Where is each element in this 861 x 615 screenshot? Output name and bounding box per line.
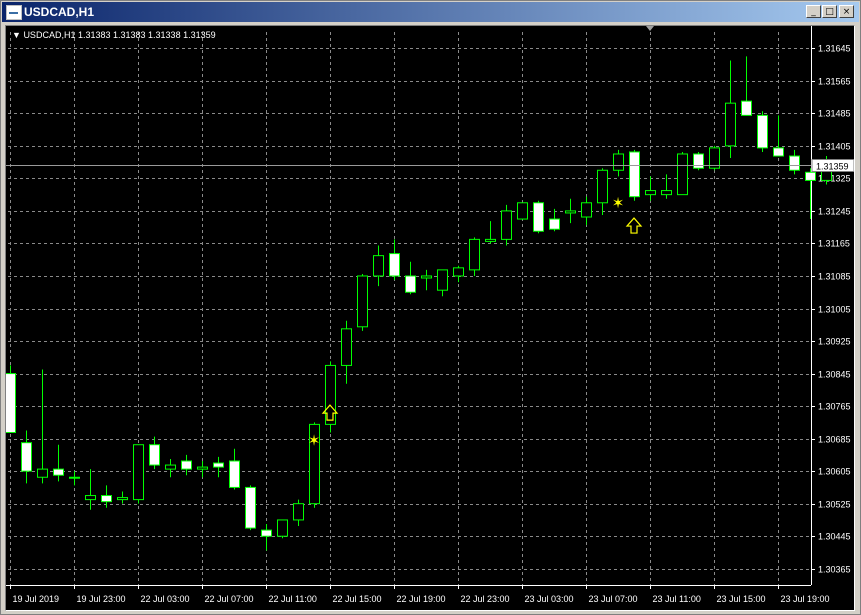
candle-body xyxy=(677,153,688,196)
header-dropdown-icon[interactable]: ▼ xyxy=(12,30,21,40)
x-tick-label: 23 Jul 11:00 xyxy=(653,594,701,604)
y-tick-label: 1.30525 xyxy=(818,500,851,510)
restore-button[interactable]: □ xyxy=(822,5,837,18)
signal-star-icon: ✶ xyxy=(308,432,321,450)
x-tick-label: 22 Jul 07:00 xyxy=(205,594,254,604)
candle-body xyxy=(501,210,512,240)
candle-body xyxy=(293,503,304,521)
candle-body xyxy=(549,218,560,230)
x-tick-label: 23 Jul 03:00 xyxy=(525,594,574,604)
candle-body xyxy=(421,275,432,279)
candle-body xyxy=(437,269,448,291)
window-title: USDCAD,H1 xyxy=(24,5,95,19)
chart-shift-marker-icon xyxy=(646,26,654,31)
candle-body xyxy=(261,529,272,537)
x-tick-label: 23 Jul 07:00 xyxy=(589,594,638,604)
x-tick-label: 23 Jul 15:00 xyxy=(717,594,766,604)
candle-body xyxy=(805,171,816,181)
x-tick-label: 22 Jul 23:00 xyxy=(461,594,510,604)
y-tick-label: 1.30685 xyxy=(818,435,851,445)
y-tick-label: 1.31005 xyxy=(818,305,851,315)
candle-body xyxy=(597,169,608,204)
candle-body xyxy=(389,253,400,277)
candle-body xyxy=(469,238,480,271)
candle-body xyxy=(21,442,32,472)
candle-body xyxy=(517,202,528,220)
candle-body xyxy=(165,464,176,470)
minimize-button[interactable]: _ xyxy=(806,5,821,18)
candle-body xyxy=(613,153,624,171)
chart-info-header: ▼ USDCAD,H1 1.31383 1.31383 1.31338 1.31… xyxy=(12,30,216,40)
candle-body xyxy=(149,444,160,466)
y-tick-label: 1.30365 xyxy=(818,565,851,575)
candle-body xyxy=(629,151,640,198)
y-tick-label: 1.30445 xyxy=(818,532,851,542)
y-tick-label: 1.31645 xyxy=(818,44,851,54)
header-symbol: USDCAD,H1 xyxy=(23,30,76,40)
x-tick-label: 22 Jul 19:00 xyxy=(397,594,446,604)
y-tick-label: 1.31485 xyxy=(818,109,851,119)
candle-body xyxy=(277,519,288,537)
x-tick-label: 19 Jul 2019 xyxy=(13,594,60,604)
y-tick-label: 1.30765 xyxy=(818,402,851,412)
candle-body xyxy=(117,497,128,501)
y-tick-label: 1.31165 xyxy=(818,239,850,249)
candle-body xyxy=(341,328,352,366)
candle-body xyxy=(69,476,80,479)
candle-body xyxy=(533,202,544,232)
y-tick-label: 1.31405 xyxy=(818,142,851,152)
candle-body xyxy=(213,462,224,468)
chart-window: USDCAD,H1 _ □ × 1.31645 1.31565 1.31485 1.3… xyxy=(0,0,861,615)
candle-body xyxy=(789,155,800,171)
y-tick-label: 1.31085 xyxy=(818,272,851,282)
candle-body xyxy=(741,100,752,116)
y-tick-label: 1.30605 xyxy=(818,467,851,477)
header-ohlc: 1.31383 1.31383 1.31338 1.31359 xyxy=(77,30,216,40)
candle-body xyxy=(53,468,64,476)
candle-body xyxy=(6,373,16,434)
title-bar[interactable]: USDCAD,H1 _ □ × xyxy=(2,2,859,22)
x-tick-label: 23 Jul 19:00 xyxy=(781,594,830,604)
candle-body xyxy=(661,190,672,196)
candle-body xyxy=(453,267,464,277)
y-tick-label: 1.30925 xyxy=(818,337,851,347)
candle-body xyxy=(229,460,240,488)
candle-body xyxy=(37,468,48,478)
signal-up-arrow-icon xyxy=(625,217,643,234)
candle-body xyxy=(245,486,256,529)
candle-body xyxy=(101,495,112,503)
candle-body xyxy=(725,102,736,147)
candle-body xyxy=(773,147,784,157)
x-tick-label: 22 Jul 11:00 xyxy=(269,594,317,604)
candle-body xyxy=(357,275,368,328)
candle-body xyxy=(757,114,768,149)
candle-body xyxy=(405,275,416,293)
current-price-label: 1.31359 xyxy=(816,162,849,172)
candle-body xyxy=(373,255,384,277)
candle-body xyxy=(485,238,496,242)
candlestick-chart[interactable]: 1.316451.315651.314851.314051.313251.312… xyxy=(6,26,854,610)
candle-body xyxy=(197,466,208,470)
chart-window-icon xyxy=(6,5,22,20)
x-tick-label: 19 Jul 23:00 xyxy=(77,594,126,604)
candle-body xyxy=(181,460,192,470)
y-tick-label: 1.31245 xyxy=(818,207,851,217)
candle-body xyxy=(693,153,704,169)
candle-body xyxy=(581,202,592,218)
candle-body xyxy=(85,495,96,501)
y-tick-label: 1.30845 xyxy=(818,370,851,380)
close-button[interactable]: × xyxy=(839,5,854,18)
chart-area[interactable]: 1.31645 1.31565 1.31485 1.31405 1.31325 1.312… xyxy=(5,25,855,611)
signal-star-icon: ✶ xyxy=(612,194,625,212)
x-tick-label: 22 Jul 15:00 xyxy=(333,594,382,604)
candle-body xyxy=(133,444,144,501)
x-tick-label: 22 Jul 03:00 xyxy=(141,594,190,604)
candle-body xyxy=(565,210,576,214)
candle-body xyxy=(645,190,656,196)
y-tick-label: 1.31565 xyxy=(818,77,851,87)
